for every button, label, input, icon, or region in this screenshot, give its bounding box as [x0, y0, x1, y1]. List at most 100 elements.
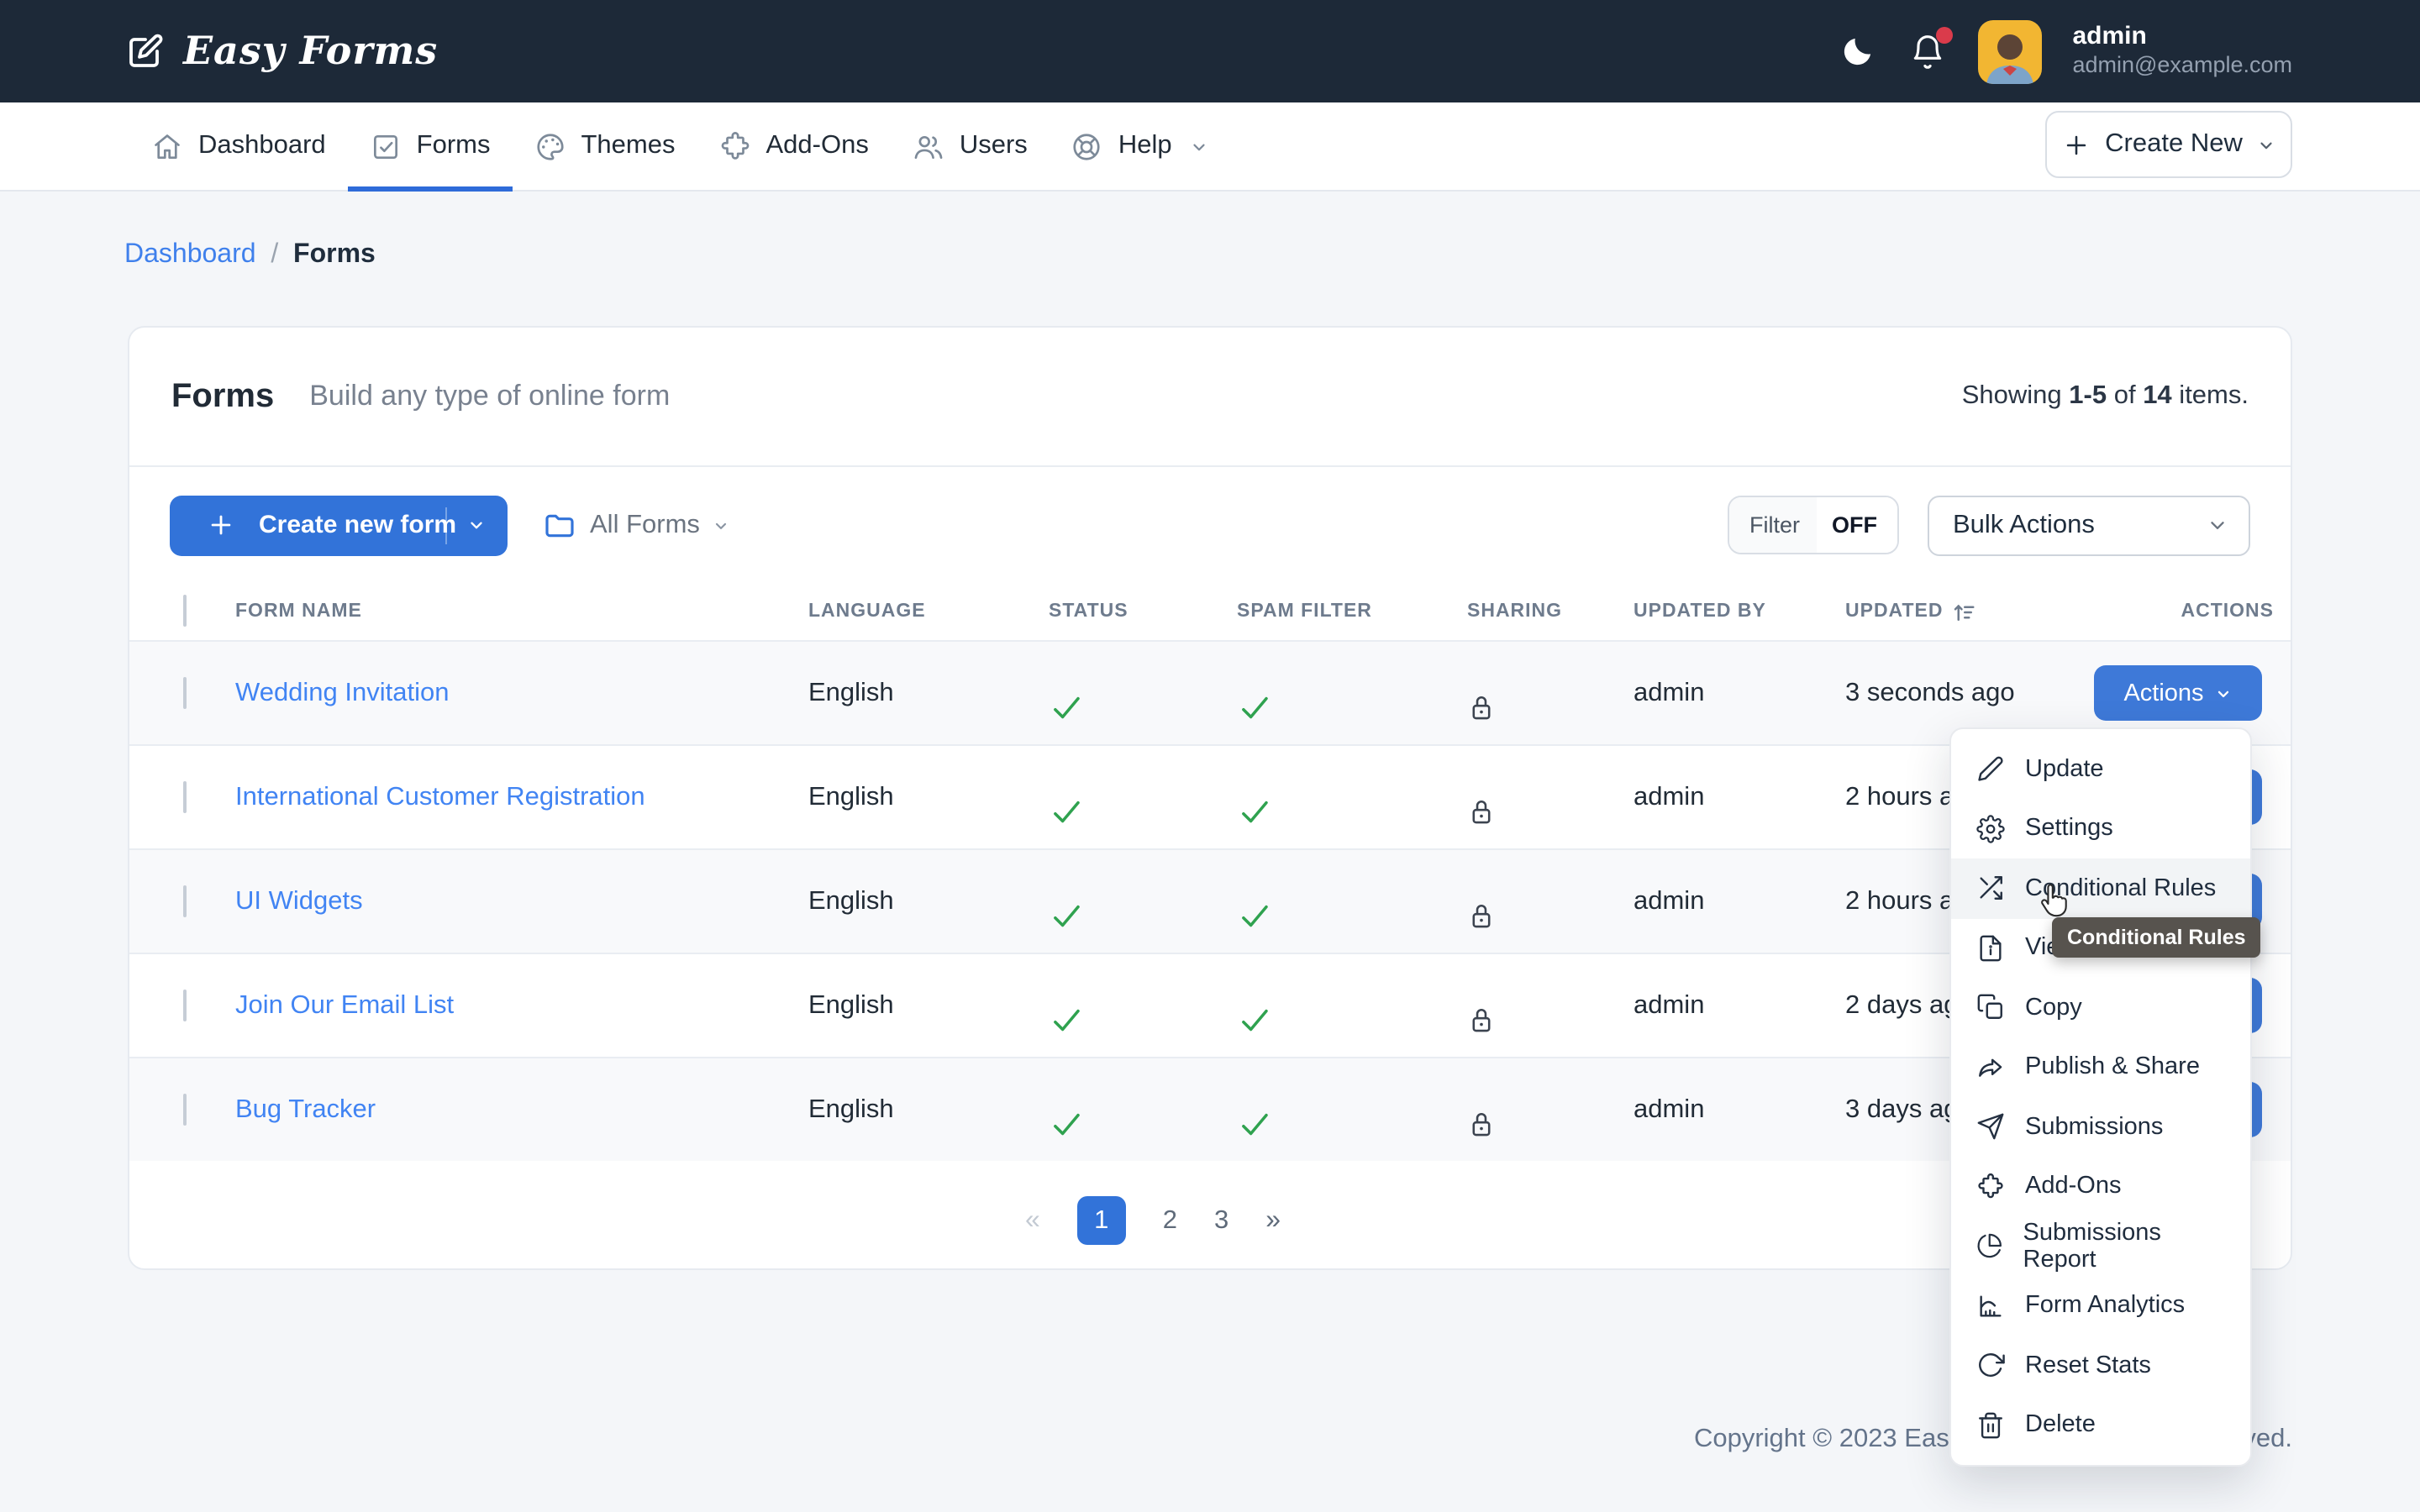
column-status[interactable]: Status — [1049, 601, 1237, 622]
select-all-checkbox[interactable] — [183, 595, 187, 627]
menu-item-publish-share[interactable]: Publish & Share — [1951, 1037, 2250, 1097]
user-info[interactable]: admin admin@example.com — [2072, 21, 2292, 81]
pagination-last[interactable]: » — [1265, 1205, 1281, 1236]
pagination-page-3[interactable]: 3 — [1214, 1205, 1228, 1236]
updated-by-cell: admin — [1634, 1095, 1705, 1123]
check-square-icon — [370, 130, 402, 162]
nav-item-help[interactable]: Help — [1050, 102, 1231, 190]
breadcrumb-link-dashboard[interactable]: Dashboard — [124, 240, 256, 269]
pie-chart-icon — [1977, 1234, 2002, 1258]
pencil-icon — [1978, 757, 2003, 782]
actions-button[interactable]: Actions — [2094, 665, 2262, 721]
nav-item-themes[interactable]: Themes — [513, 102, 697, 190]
chevron-down-icon[interactable] — [467, 516, 486, 534]
menu-item-copy[interactable]: Copy — [1951, 978, 2250, 1037]
column-spam-filter[interactable]: Spam Filter — [1237, 601, 1467, 622]
language-cell: English — [808, 782, 894, 811]
column-language[interactable]: Language — [808, 601, 1049, 622]
filter-label: Filter — [1729, 497, 1817, 553]
file-info-icon — [1980, 935, 2002, 961]
menu-item-delete[interactable]: Delete — [1951, 1395, 2250, 1455]
plus-icon — [207, 511, 235, 539]
row-checkbox[interactable] — [183, 676, 187, 708]
form-name-link[interactable]: UI Widgets — [235, 886, 363, 915]
folder-icon — [543, 508, 576, 542]
gear-icon — [1976, 814, 2005, 843]
nav-label: Dashboard — [198, 131, 326, 160]
plus-icon — [2061, 130, 2090, 159]
menu-item-conditional-rules[interactable]: Conditional Rules — [1951, 858, 2250, 918]
nav-item-dashboard[interactable]: Dashboard — [129, 102, 348, 190]
menu-item-settings[interactable]: Settings — [1951, 799, 2250, 858]
showing-summary: Showing 1-5 of 14 items. — [1961, 381, 2249, 410]
table-toolbar: Create new form All Forms Filter OFF Bul… — [129, 467, 2291, 583]
menu-item-submissions[interactable]: Submissions — [1951, 1097, 2250, 1157]
lock-icon — [1467, 1005, 1634, 1037]
shuffle-icon — [1980, 876, 2002, 900]
updated-by-cell: admin — [1634, 990, 1705, 1019]
create-new-label: Create New — [2105, 129, 2243, 158]
column-updated-by[interactable]: Updated By — [1634, 601, 1845, 622]
chevron-down-icon — [2218, 690, 2229, 697]
puzzle-icon — [1978, 1173, 2003, 1198]
house-icon — [151, 130, 183, 162]
menu-item-form-analytics[interactable]: Form Analytics — [1951, 1276, 2250, 1336]
bar-chart-icon — [1980, 1294, 2002, 1317]
trash-icon — [1979, 1412, 2002, 1438]
nav-label: Users — [959, 131, 1028, 160]
form-name-link[interactable]: International Customer Registration — [235, 782, 645, 811]
pagination-first[interactable]: « — [1025, 1205, 1040, 1236]
status-check-icon — [1049, 690, 1237, 726]
form-name-link[interactable]: Join Our Email List — [235, 990, 454, 1019]
life-ring-icon — [1071, 130, 1103, 162]
lock-icon — [1467, 1109, 1634, 1141]
row-checkbox[interactable] — [183, 885, 187, 916]
row-checkbox[interactable] — [183, 1093, 187, 1125]
copy-icon — [1977, 995, 2002, 1020]
actions-context-menu: Update Settings Conditional Rules View C… — [1949, 727, 2252, 1467]
updated-cell: 3 seconds ago — [1845, 678, 2015, 706]
bulk-actions-select[interactable]: Bulk Actions — [1928, 495, 2250, 555]
menu-item-reset-stats[interactable]: Reset Stats — [1951, 1336, 2250, 1395]
send-icon — [1977, 1114, 2004, 1140]
pagination-page-1[interactable]: 1 — [1076, 1196, 1126, 1245]
notifications-bell-icon[interactable] — [1907, 26, 1954, 71]
updated-by-cell: admin — [1634, 886, 1705, 915]
column-form-name[interactable]: Form Name — [235, 601, 808, 622]
status-check-icon — [1049, 899, 1237, 934]
pagination-page-2[interactable]: 2 — [1163, 1205, 1177, 1236]
user-email: admin@example.com — [2072, 52, 2292, 78]
nav-item-forms[interactable]: Forms — [347, 102, 513, 192]
lock-icon — [1467, 796, 1634, 828]
menu-item-update[interactable]: Update — [1951, 739, 2250, 799]
nav-item-users[interactable]: Users — [891, 102, 1050, 190]
nav-item-add-ons[interactable]: Add-Ons — [697, 102, 891, 190]
dark-mode-moon-icon[interactable] — [1837, 31, 1877, 71]
spam-check-icon — [1237, 795, 1467, 830]
filter-toggle[interactable]: Filter OFF — [1728, 496, 1899, 554]
puzzle-icon — [719, 130, 751, 162]
nav-label: Forms — [416, 131, 491, 160]
form-name-link[interactable]: Wedding Invitation — [235, 678, 450, 706]
bulk-actions-label: Bulk Actions — [1953, 510, 2095, 538]
create-new-form-button[interactable]: Create new form — [170, 495, 508, 555]
row-checkbox[interactable] — [183, 989, 187, 1021]
chevron-down-icon — [2211, 522, 2224, 529]
lock-icon — [1467, 692, 1634, 724]
brand-logo[interactable]: Easy Forms — [124, 29, 438, 74]
share-icon — [1979, 1058, 2002, 1077]
column-sharing[interactable]: Sharing — [1467, 601, 1634, 622]
column-actions: Actions — [2181, 601, 2274, 622]
tooltip: Conditional Rules — [2052, 917, 2261, 958]
language-cell: English — [808, 990, 894, 1019]
row-checkbox[interactable] — [183, 780, 187, 812]
menu-item-submissions-report[interactable]: Submissions Report — [1951, 1216, 2250, 1276]
column-updated[interactable]: Updated — [1845, 599, 2094, 624]
brand-name: Easy Forms — [183, 29, 439, 74]
spam-check-icon — [1237, 1003, 1467, 1038]
folder-filter[interactable]: All Forms — [543, 508, 730, 542]
create-new-button[interactable]: Create New — [2045, 111, 2292, 178]
user-avatar[interactable] — [1978, 19, 2043, 83]
menu-item-add-ons[interactable]: Add-Ons — [1951, 1157, 2250, 1216]
form-name-link[interactable]: Bug Tracker — [235, 1095, 376, 1123]
